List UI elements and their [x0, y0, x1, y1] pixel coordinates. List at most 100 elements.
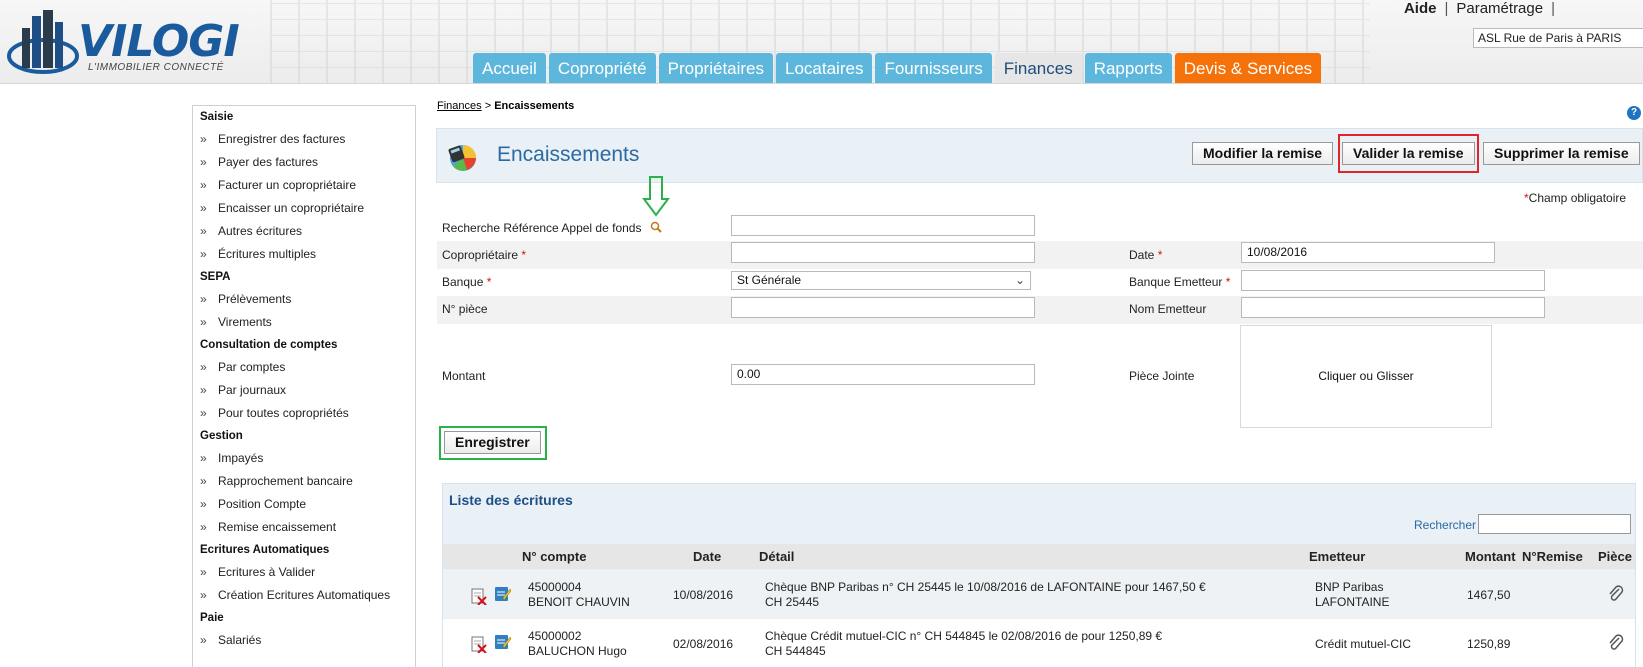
- piece-number-input[interactable]: [731, 297, 1035, 318]
- modify-remise-button[interactable]: Modifier la remise: [1192, 142, 1334, 165]
- paperclip-icon[interactable]: [1608, 634, 1624, 652]
- sidebar-item[interactable]: » Rapprochement bancaire: [193, 470, 415, 493]
- help-link[interactable]: Aide: [1404, 0, 1437, 17]
- list-title: Liste des écritures: [449, 492, 573, 508]
- sidebar-item[interactable]: » Facturer un copropriétaire: [193, 174, 415, 197]
- required-star: *: [1225, 275, 1231, 289]
- owner-label: Copropriétaire *: [442, 248, 526, 262]
- col-attachment[interactable]: Pièce: [1598, 549, 1632, 564]
- chevron-right-icon: »: [200, 292, 207, 306]
- amount-input[interactable]: 0.00: [731, 364, 1035, 385]
- sidebar-group-title: Consultation de comptes: [200, 339, 338, 351]
- row-date: 10/08/2016: [673, 588, 734, 602]
- sidebar-group-title: SEPA: [200, 271, 231, 283]
- col-issuer[interactable]: Emetteur: [1309, 549, 1365, 564]
- sidebar-item[interactable]: » Autres écritures: [193, 220, 415, 243]
- sidebar-item-label: Remise encaissement: [218, 520, 337, 534]
- chevron-right-icon: »: [200, 451, 207, 465]
- col-account[interactable]: N° compte: [522, 549, 586, 564]
- issuer-bank-input[interactable]: [1241, 270, 1545, 291]
- search-icon[interactable]: [650, 221, 662, 233]
- sidebar-item-label: Virements: [218, 315, 272, 329]
- tab-fournisseurs[interactable]: Fournisseurs: [875, 53, 992, 83]
- sidebar-item[interactable]: » Remise encaissement: [193, 516, 415, 539]
- sidebar-item-label: Autres écritures: [218, 224, 303, 238]
- attachment-label: Pièce Jointe: [1129, 369, 1195, 383]
- sidebar-item-label: Ecritures à Valider: [218, 565, 316, 579]
- tab-finances[interactable]: Finances: [994, 53, 1082, 83]
- col-amount[interactable]: Montant: [1465, 549, 1516, 564]
- tab-proprietaires[interactable]: Propriétaires: [658, 53, 774, 83]
- sidebar-item[interactable]: » Payer des factures: [193, 151, 415, 174]
- sidebar-item[interactable]: » Écritures multiples: [193, 243, 415, 266]
- table-header: N° compte Date Détail Emetteur Montant N…: [443, 544, 1635, 569]
- sidebar-item-label: Salariés: [218, 633, 262, 647]
- chevron-right-icon: »: [200, 201, 207, 215]
- edit-entry-icon[interactable]: [494, 633, 511, 650]
- chevron-right-icon: »: [200, 588, 207, 602]
- sidebar-item-label: Encaisser un copropriétaire: [218, 201, 365, 215]
- sidebar-item-label: Rapprochement bancaire: [218, 474, 353, 488]
- sidebar-item[interactable]: » Enregistrer des factures: [193, 128, 415, 151]
- col-detail[interactable]: Détail: [759, 549, 794, 564]
- edit-entry-icon[interactable]: [494, 585, 511, 602]
- delete-entry-icon[interactable]: [470, 636, 487, 653]
- logo-tagline: L'IMMOBILIER CONNECTÉ: [88, 62, 224, 73]
- sidebar-item-label: Facturer un copropriétaire: [218, 178, 357, 192]
- save-button[interactable]: Enregistrer: [444, 431, 541, 454]
- row-owner: BALUCHON Hugo: [528, 644, 627, 658]
- tab-copropriete[interactable]: Copropriété: [548, 53, 656, 83]
- sidebar-item[interactable]: » Encaisser un copropriétaire: [193, 197, 415, 220]
- bank-selected-value: St Générale: [737, 273, 802, 287]
- bank-label-text: Banque: [442, 275, 484, 289]
- piece-label: N° pièce: [442, 302, 488, 316]
- sidebar-item[interactable]: » Impayés: [193, 447, 415, 470]
- finances-sidebar: Saisie » Enregistrer des factures » Payer de…: [192, 105, 416, 667]
- sidebar-item-label: Impayés: [218, 451, 264, 465]
- required-star: *: [486, 275, 492, 289]
- sidebar-item[interactable]: » Salariés: [193, 629, 415, 652]
- paperclip-icon[interactable]: [1608, 585, 1624, 603]
- date-input[interactable]: 10/08/2016: [1241, 242, 1495, 263]
- col-remise-number[interactable]: N°Remise: [1522, 549, 1583, 564]
- delete-remise-button[interactable]: Supprimer la remise: [1483, 142, 1640, 165]
- tab-accueil[interactable]: Accueil: [473, 53, 546, 83]
- calculator-chart-icon: [448, 145, 476, 171]
- help-icon[interactable]: ?: [1627, 106, 1641, 120]
- issuer-name-input[interactable]: [1241, 297, 1545, 318]
- ref-search-input[interactable]: [731, 215, 1035, 236]
- breadcrumb-finances-link[interactable]: Finances: [437, 100, 482, 112]
- sidebar-item-label: Création Ecritures Automatiques: [218, 588, 391, 602]
- sidebar-group-title: Paie: [200, 612, 224, 624]
- sidebar-item[interactable]: » Par journaux: [193, 379, 415, 402]
- col-date[interactable]: Date: [693, 549, 721, 564]
- sidebar-item[interactable]: » Par comptes: [193, 356, 415, 379]
- tab-rapports[interactable]: Rapports: [1084, 53, 1172, 83]
- tab-locataires[interactable]: Locataires: [776, 53, 873, 83]
- list-search-input[interactable]: [1478, 514, 1631, 534]
- top-link-separator: |: [1551, 0, 1555, 17]
- sidebar-item[interactable]: » Création Ecritures Automatiques: [193, 584, 415, 607]
- settings-link[interactable]: Paramétrage: [1456, 0, 1543, 17]
- sidebar-item[interactable]: » Position Compte: [193, 493, 415, 516]
- amount-label: Montant: [442, 369, 486, 383]
- delete-entry-icon[interactable]: [470, 588, 487, 605]
- sidebar-item[interactable]: » Virements: [193, 311, 415, 334]
- sidebar-item-label: Prélèvements: [218, 292, 292, 306]
- row-account: 45000002: [528, 629, 582, 643]
- row-detail-line1: Chèque BNP Paribas n° CH 25445 le 10/08/…: [765, 580, 1206, 594]
- sidebar-item[interactable]: » Ecritures à Valider: [193, 561, 415, 584]
- attachment-dropzone[interactable]: Cliquer ou Glisser: [1240, 325, 1492, 428]
- owner-label-text: Copropriétaire: [442, 248, 519, 262]
- sidebar-item[interactable]: » Prélèvements: [193, 288, 415, 311]
- vilogi-logo[interactable]: VILOGI L'IMMOBILIER CONNECTÉ: [6, 6, 266, 82]
- site-selector[interactable]: ASL Rue de Paris à PARIS: [1473, 28, 1643, 48]
- chevron-right-icon: »: [200, 178, 207, 192]
- tab-devis-services[interactable]: Devis & Services: [1174, 53, 1322, 83]
- chevron-right-icon: »: [200, 497, 207, 511]
- owner-input[interactable]: [731, 242, 1035, 263]
- bank-select[interactable]: St Générale ⌄: [731, 271, 1031, 290]
- validate-remise-button[interactable]: Valider la remise: [1342, 142, 1475, 165]
- sidebar-item[interactable]: » Pour toutes copropriétés: [193, 402, 415, 425]
- sidebar-item-label: Par journaux: [218, 383, 287, 397]
